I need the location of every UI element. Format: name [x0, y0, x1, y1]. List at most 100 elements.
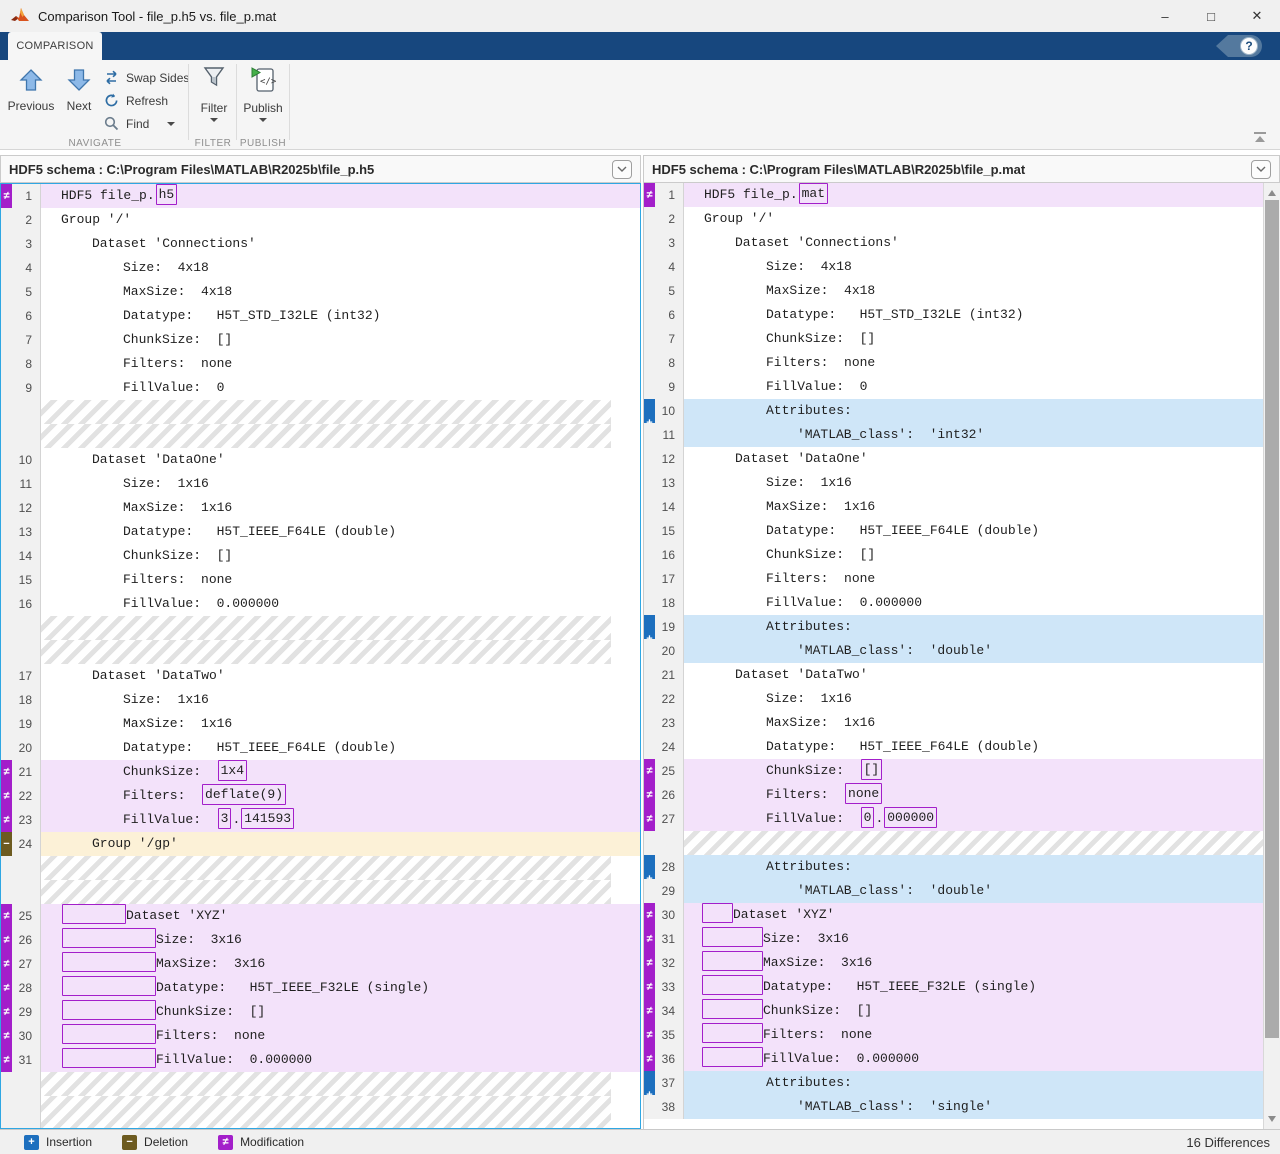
diff-row[interactable]: ≠27MaxSize: 3x16 [1, 952, 640, 976]
diff-row[interactable]: ≠35Filters: none [644, 1023, 1263, 1047]
diff-row[interactable]: ≠30Filters: none [1, 1024, 640, 1048]
diff-row[interactable]: 6Datatype: H5T_STD_I32LE (int32) [644, 303, 1263, 327]
diff-row[interactable]: 8Filters: none [644, 351, 1263, 375]
diff-row[interactable]: −24Group '/gp' [1, 832, 640, 856]
diff-row[interactable]: 16ChunkSize: [] [644, 543, 1263, 567]
diff-row[interactable]: 10Dataset 'DataOne' [1, 448, 640, 472]
filter-button[interactable]: Filter [192, 66, 236, 136]
diff-row[interactable]: 15Datatype: H5T_IEEE_F64LE (double) [644, 519, 1263, 543]
chevron-down-icon[interactable] [612, 160, 632, 179]
diff-row[interactable]: ≠29ChunkSize: [] [1, 1000, 640, 1024]
diff-row[interactable]: 5MaxSize: 4x18 [644, 279, 1263, 303]
find-button[interactable]: Find [102, 112, 189, 135]
vertical-scrollbar[interactable] [1263, 183, 1280, 1129]
diff-row[interactable]: ≠1HDF5 file_p.h5 [1, 184, 640, 208]
diff-row[interactable]: 21Dataset 'DataTwo' [644, 663, 1263, 687]
scroll-down-icon[interactable] [1268, 1116, 1276, 1122]
diff-row[interactable]: ≠36FillValue: 0.000000 [644, 1047, 1263, 1071]
scroll-up-icon[interactable] [1268, 190, 1276, 196]
diff-row[interactable]: 38'MATLAB_class': 'single' [644, 1095, 1263, 1119]
diff-row[interactable]: ≠22Filters: deflate(9) [1, 784, 640, 808]
publish-button[interactable]: </> Publish [240, 66, 286, 136]
diff-row[interactable] [1, 880, 640, 904]
collapse-ribbon-button[interactable] [1252, 132, 1268, 144]
diff-row[interactable]: 20'MATLAB_class': 'double' [644, 639, 1263, 663]
diff-row[interactable]: 18Size: 1x16 [1, 688, 640, 712]
refresh-button[interactable]: Refresh [102, 89, 189, 112]
diff-row[interactable]: 6Datatype: H5T_STD_I32LE (int32) [1, 304, 640, 328]
diff-row[interactable] [1, 1072, 640, 1096]
diff-row[interactable]: 14MaxSize: 1x16 [644, 495, 1263, 519]
diff-row[interactable]: ≠26Size: 3x16 [1, 928, 640, 952]
diff-row[interactable]: ≠33Datatype: H5T_IEEE_F32LE (single) [644, 975, 1263, 999]
diff-row[interactable]: ≠1HDF5 file_p.mat [644, 183, 1263, 207]
diff-row[interactable] [1, 640, 640, 664]
diff-row[interactable]: 2Group '/' [1, 208, 640, 232]
previous-button[interactable]: Previous [4, 68, 58, 132]
diff-row[interactable]: ≠25Dataset 'XYZ' [1, 904, 640, 928]
diff-row[interactable]: 14ChunkSize: [] [1, 544, 640, 568]
diff-row[interactable]: 22Size: 1x16 [644, 687, 1263, 711]
next-button[interactable]: Next [58, 68, 100, 132]
diff-row[interactable]: 7ChunkSize: [] [1, 328, 640, 352]
scrollbar-thumb[interactable] [1265, 200, 1279, 1038]
diff-row[interactable]: 29'MATLAB_class': 'double' [644, 879, 1263, 903]
help-button[interactable]: ? [1216, 35, 1262, 57]
tab-comparison[interactable]: COMPARISON [8, 32, 102, 60]
right-diff-pane[interactable]: ≠1HDF5 file_p.mat2Group '/'3Dataset 'Con… [643, 183, 1280, 1129]
diff-row[interactable]: 15Filters: none [1, 568, 640, 592]
diff-row[interactable]: 11'MATLAB_class': 'int32' [644, 423, 1263, 447]
filter-dropdown-caret[interactable] [210, 118, 218, 122]
diff-row[interactable]: 12Dataset 'DataOne' [644, 447, 1263, 471]
chevron-down-icon[interactable] [1251, 160, 1271, 179]
diff-row[interactable]: ≠31FillValue: 0.000000 [1, 1048, 640, 1072]
diff-row[interactable]: +10Attributes: [644, 399, 1263, 423]
diff-row[interactable] [1, 856, 640, 880]
diff-row[interactable]: ≠28Datatype: H5T_IEEE_F32LE (single) [1, 976, 640, 1000]
diff-row[interactable] [1, 424, 640, 448]
diff-row[interactable]: 11Size: 1x16 [1, 472, 640, 496]
diff-row[interactable]: 13Datatype: H5T_IEEE_F64LE (double) [1, 520, 640, 544]
diff-row[interactable]: ≠30Dataset 'XYZ' [644, 903, 1263, 927]
diff-row[interactable]: ≠27FillValue: 0.000000 [644, 807, 1263, 831]
diff-row[interactable] [644, 831, 1263, 855]
diff-row[interactable] [1, 400, 640, 424]
diff-row[interactable] [1, 1096, 640, 1128]
diff-row[interactable]: 23MaxSize: 1x16 [644, 711, 1263, 735]
diff-row[interactable]: 20Datatype: H5T_IEEE_F64LE (double) [1, 736, 640, 760]
diff-row[interactable]: +28Attributes: [644, 855, 1263, 879]
diff-row[interactable]: ≠34ChunkSize: [] [644, 999, 1263, 1023]
diff-row[interactable]: 3Dataset 'Connections' [644, 231, 1263, 255]
diff-row[interactable]: ≠21ChunkSize: 1x4 [1, 760, 640, 784]
diff-row[interactable]: 8Filters: none [1, 352, 640, 376]
publish-dropdown-caret[interactable] [259, 118, 267, 122]
diff-row[interactable]: ≠26Filters: none [644, 783, 1263, 807]
diff-row[interactable]: ≠23FillValue: 3.141593 [1, 808, 640, 832]
close-button[interactable]: ✕ [1234, 0, 1280, 32]
minimize-button[interactable]: – [1142, 0, 1188, 32]
diff-row[interactable]: +37Attributes: [644, 1071, 1263, 1095]
diff-row[interactable]: 18FillValue: 0.000000 [644, 591, 1263, 615]
swap-sides-button[interactable]: Swap Sides [102, 66, 189, 89]
diff-row[interactable]: 17Dataset 'DataTwo' [1, 664, 640, 688]
diff-row[interactable]: 9FillValue: 0 [644, 375, 1263, 399]
diff-row[interactable]: 9FillValue: 0 [1, 376, 640, 400]
find-dropdown-caret[interactable] [167, 122, 175, 126]
diff-row[interactable]: 2Group '/' [644, 207, 1263, 231]
diff-row[interactable]: 16FillValue: 0.000000 [1, 592, 640, 616]
diff-row[interactable]: 4Size: 4x18 [1, 256, 640, 280]
left-diff-pane[interactable]: ≠1HDF5 file_p.h52Group '/'3Dataset 'Conn… [0, 183, 641, 1129]
diff-row[interactable]: ≠32MaxSize: 3x16 [644, 951, 1263, 975]
diff-row[interactable]: ≠31Size: 3x16 [644, 927, 1263, 951]
diff-row[interactable]: 12MaxSize: 1x16 [1, 496, 640, 520]
diff-row[interactable]: 13Size: 1x16 [644, 471, 1263, 495]
maximize-button[interactable]: □ [1188, 0, 1234, 32]
diff-row[interactable]: 19MaxSize: 1x16 [1, 712, 640, 736]
diff-row[interactable]: 5MaxSize: 4x18 [1, 280, 640, 304]
diff-row[interactable]: 17Filters: none [644, 567, 1263, 591]
diff-row[interactable]: 4Size: 4x18 [644, 255, 1263, 279]
diff-row[interactable]: ≠25ChunkSize: [] [644, 759, 1263, 783]
diff-row[interactable]: 24Datatype: H5T_IEEE_F64LE (double) [644, 735, 1263, 759]
diff-row[interactable]: 3Dataset 'Connections' [1, 232, 640, 256]
diff-row[interactable]: +19Attributes: [644, 615, 1263, 639]
